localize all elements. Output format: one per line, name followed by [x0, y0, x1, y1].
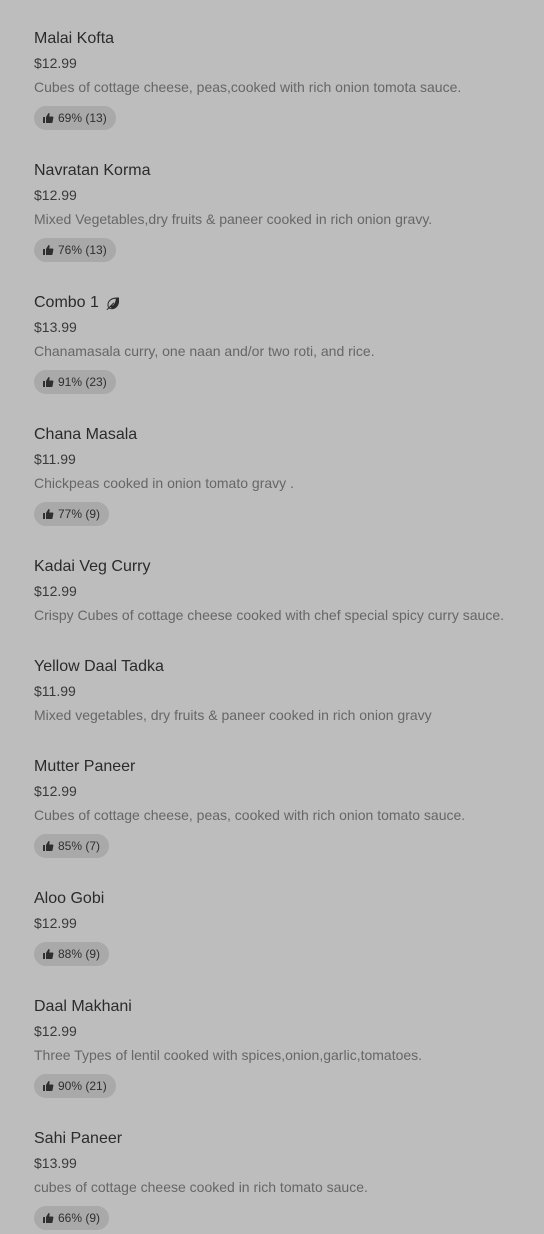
- item-price: $13.99: [34, 319, 77, 335]
- rating-badge: 90% (21): [34, 1074, 116, 1098]
- thumbs-up-icon: [43, 1213, 54, 1223]
- leaf-icon: [106, 297, 119, 310]
- item-name: Mutter Paneer: [34, 758, 136, 775]
- item-price: $12.99: [34, 583, 77, 599]
- thumbs-up-icon: [43, 113, 54, 123]
- item-price: $11.99: [34, 683, 76, 699]
- thumbs-up-icon: [43, 1081, 54, 1091]
- item-price: $12.99: [34, 915, 77, 931]
- rating-text: 90% (21): [58, 1079, 107, 1093]
- item-description: cubes of cottage cheese cooked in rich t…: [34, 1179, 368, 1195]
- menu-item-mutter-paneer[interactable]: Mutter Paneer $12.99 Cubes of cottage ch…: [34, 756, 534, 860]
- rating-badge: 76% (13): [34, 238, 116, 262]
- item-price: $13.99: [34, 1155, 77, 1171]
- thumbs-up-icon: [43, 509, 54, 519]
- item-name: Sahi Paneer: [34, 1130, 123, 1147]
- rating-text: 91% (23): [58, 375, 107, 389]
- item-name: Combo 1: [34, 292, 119, 314]
- thumbs-up-icon: [43, 841, 54, 851]
- thumbs-up-icon: [43, 949, 54, 959]
- item-price: $11.99: [34, 451, 76, 467]
- item-name: Kadai Veg Curry: [34, 558, 151, 575]
- item-name: Chana Masala: [34, 426, 138, 443]
- menu-item-daal-makhani[interactable]: Daal Makhani $12.99 Three Types of lenti…: [34, 996, 534, 1100]
- item-description: Cubes of cottage cheese, peas,cooked wit…: [34, 79, 462, 95]
- menu-item-navratan-korma[interactable]: Navratan Korma $12.99 Mixed Vegetables,d…: [34, 160, 534, 264]
- item-description: Mixed vegetables, dry fruits & paneer co…: [34, 707, 432, 723]
- item-name: Yellow Daal Tadka: [34, 658, 164, 675]
- rating-text: 88% (9): [58, 947, 101, 961]
- item-price: $12.99: [34, 1023, 77, 1039]
- item-name: Aloo Gobi: [34, 890, 105, 907]
- menu-item-kadai-veg-curry[interactable]: Kadai Veg Curry $12.99 Crispy Cubes of c…: [34, 556, 534, 628]
- rating-badge: 69% (13): [34, 106, 116, 130]
- item-price: $12.99: [34, 187, 77, 203]
- rating-badge: 77% (9): [34, 502, 110, 526]
- item-description: Cubes of cottage cheese, peas, cooked wi…: [34, 807, 466, 823]
- menu-item-chana-masala[interactable]: Chana Masala $11.99 Chickpeas cooked in …: [34, 424, 534, 528]
- rating-badge: 85% (7): [34, 834, 110, 858]
- rating-text: 77% (9): [58, 507, 101, 521]
- rating-badge: 66% (9): [34, 1206, 110, 1230]
- item-description: Mixed Vegetables,dry fruits & paneer coo…: [34, 211, 433, 227]
- item-price: $12.99: [34, 55, 77, 71]
- item-name: Daal Makhani: [34, 998, 132, 1015]
- item-name: Malai Kofta: [34, 30, 115, 47]
- rating-badge: 88% (9): [34, 942, 110, 966]
- menu-item-aloo-gobi[interactable]: Aloo Gobi $12.99 88% (9): [34, 888, 534, 968]
- item-description: Three Types of lentil cooked with spices…: [34, 1047, 423, 1063]
- rating-text: 85% (7): [58, 839, 101, 853]
- thumbs-up-icon: [43, 377, 54, 387]
- item-description: Crispy Cubes of cottage cheese cooked wi…: [34, 607, 505, 623]
- item-price: $12.99: [34, 783, 77, 799]
- item-description: Chickpeas cooked in onion tomato gravy .: [34, 475, 294, 491]
- thumbs-up-icon: [43, 245, 54, 255]
- rating-text: 69% (13): [58, 111, 107, 125]
- item-name: Navratan Korma: [34, 162, 151, 179]
- menu-item-sahi-paneer[interactable]: Sahi Paneer $13.99 cubes of cottage chee…: [34, 1128, 534, 1232]
- menu-item-malai-kofta[interactable]: Malai Kofta $12.99 Cubes of cottage chee…: [34, 28, 534, 132]
- menu-item-combo-1[interactable]: Combo 1 $13.99 Chanamasala curry, one na…: [34, 292, 534, 396]
- rating-badge: 91% (23): [34, 370, 116, 394]
- item-description: Chanamasala curry, one naan and/or two r…: [34, 343, 375, 359]
- rating-text: 76% (13): [58, 243, 107, 257]
- menu-item-yellow-daal-tadka[interactable]: Yellow Daal Tadka $11.99 Mixed vegetable…: [34, 656, 534, 728]
- rating-text: 66% (9): [58, 1211, 101, 1225]
